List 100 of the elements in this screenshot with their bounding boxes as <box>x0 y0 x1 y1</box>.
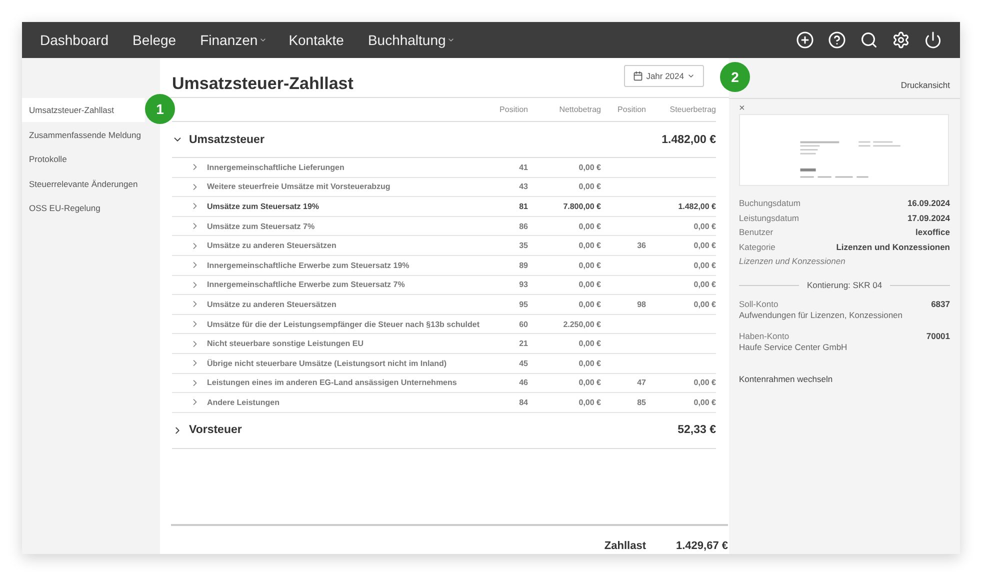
sidebar-item[interactable]: Umsatzsteuer-Zahllast <box>22 98 145 122</box>
power-icon[interactable] <box>924 31 942 49</box>
table-row[interactable]: Innergemeinschaftliche Lieferungen 41 0,00 € <box>172 158 716 178</box>
sidebar-item[interactable]: Steuerrelevante Änderungen <box>22 172 145 196</box>
table-cell: 0,00 € <box>578 300 601 309</box>
table-row[interactable]: Umsätze zum Steuersatz 7% 86 0,00 € 0,00 € <box>172 216 716 236</box>
sidebar-item[interactable]: Zusammenfassende Meldung <box>22 122 145 146</box>
total-label: Zahllast <box>604 540 646 552</box>
period-button[interactable]: Jahr 2024 <box>624 64 704 86</box>
field-value: 17.09.2024 <box>907 212 950 223</box>
table-cell: 0,00 € <box>694 378 716 388</box>
search-icon[interactable] <box>860 31 878 49</box>
table-cell: 0,00 € <box>578 222 601 231</box>
table-cell: 41 <box>519 162 528 172</box>
table-cell: 0,00 € <box>578 162 601 172</box>
table-cell: 0,00 € <box>694 241 716 250</box>
row-label: Umsätze zu anderen Steuersätzen <box>207 300 338 309</box>
account-label: Haben-Konto <box>739 331 790 341</box>
help-icon[interactable] <box>828 31 846 49</box>
field-label: Kategorie <box>739 242 776 252</box>
row-label: Nicht steuerbare sonstige Leistungen EU <box>207 339 364 348</box>
row-label: Umsätze zum Steuersatz 7% <box>207 222 316 231</box>
account-number: 70001 <box>926 331 950 341</box>
column-header: Steuerbetrag <box>668 105 716 114</box>
table-cell: 0,00 € <box>694 260 716 270</box>
nav-link[interactable]: Kontakte <box>288 32 344 48</box>
section-total: 52,33 € <box>678 424 716 436</box>
nav-link[interactable]: Dashboard <box>40 32 108 48</box>
table-cell: 0,00 € <box>578 182 601 192</box>
field-value: Lizenzen und Konzessionen <box>836 242 950 252</box>
field-label: Benutzer <box>739 227 774 238</box>
table-cell: 45 <box>519 358 528 368</box>
sidebar-item[interactable]: OSS EU-Regelung <box>22 196 145 220</box>
table-cell: 60 <box>519 320 528 329</box>
change-chart-link[interactable]: Kontenrahmen wechseln <box>739 374 950 384</box>
table-row[interactable]: Leistungen eines im anderen EG-Land ansässigen Unternehmens 46 0,00 € 47 0,00 € <box>172 374 716 394</box>
table-cell: 93 <box>519 280 528 290</box>
close-button[interactable]: × <box>739 103 745 114</box>
add-icon[interactable] <box>796 31 814 49</box>
table-cell: 95 <box>519 300 528 309</box>
table-cell: 98 <box>637 300 646 309</box>
field-value: lexoffice <box>916 227 950 238</box>
row-label: Umsätze zum Steuersatz 19% <box>207 202 320 211</box>
section-header[interactable]: Umsatzsteuer 1.482,00 € <box>172 122 716 158</box>
settings-icon[interactable] <box>892 31 910 49</box>
section-total: 1.482,00 € <box>662 134 716 146</box>
row-label: Übrige nicht steuerbare Umsätze (Leistungsort nicht im Inland) <box>207 358 448 368</box>
account-number: 6837 <box>931 299 950 309</box>
print-link[interactable]: Druckansicht <box>900 58 950 98</box>
table-row[interactable]: Innergemeinschaftliche Erwerbe zum Steuersatz 19% 89 0,00 € 0,00 € <box>172 256 716 276</box>
total-value: 1.429,67 € <box>676 540 728 552</box>
table-cell: 0,00 € <box>694 398 716 407</box>
table-cell: 0,00 € <box>694 222 716 231</box>
table-row[interactable]: Weitere steuerfreie Umsätze mit Vorsteuerabzug 43 0,00 € <box>172 178 716 198</box>
sidebar-item[interactable]: Protokolle <box>22 147 145 171</box>
field-label: Buchungsdatum <box>739 198 800 208</box>
page-title: Umsatzsteuer-Zahllast <box>172 74 354 94</box>
table-cell: 2.250,00 € <box>563 320 601 329</box>
field-label: Leistungsdatum <box>739 212 800 223</box>
table-cell: 84 <box>519 398 528 407</box>
section-divider-label: Kontierung: SKR 04 <box>806 280 882 290</box>
nav-link[interactable]: Buchhaltung <box>368 32 455 48</box>
account-name: Aufwendungen für Lizenzen, Konzessionen <box>739 310 904 320</box>
step-badge: 2 <box>720 62 750 92</box>
section-title: Vorsteuer <box>189 424 242 436</box>
table-cell: 35 <box>519 241 528 250</box>
column-header: Position <box>498 105 528 114</box>
nav-link[interactable]: Belege <box>132 32 176 48</box>
table-row[interactable]: Andere Leistungen 84 0,00 € 85 0,00 € <box>172 393 716 413</box>
table-cell: 0,00 € <box>578 260 601 270</box>
table-cell: 0,00 € <box>578 398 601 407</box>
table-cell: 47 <box>637 378 646 388</box>
row-label: Andere Leistungen <box>207 398 280 407</box>
table-cell: 85 <box>637 398 646 407</box>
table-cell: 81 <box>519 202 528 211</box>
nav-link[interactable]: Finanzen <box>200 32 267 48</box>
column-header: Position <box>616 105 646 114</box>
table-row[interactable]: Umsätze für die der Leistungsempfänger die Steuer nach §13b schuldet 60 2.250,00 € <box>172 314 716 334</box>
table-row[interactable]: Innergemeinschaftliche Erwerbe zum Steuersatz 7% 93 0,00 € 0,00 € <box>172 276 716 296</box>
table-row[interactable]: Übrige nicht steuerbare Umsätze (Leistungsort nicht im Inland) 45 0,00 € <box>172 354 716 374</box>
table-cell: 7.800,00 € <box>563 202 601 211</box>
table-row[interactable]: Umsätze zu anderen Steuersätzen 35 0,00 € 36 0,00 € <box>172 236 716 256</box>
table-cell: 86 <box>519 222 528 231</box>
row-label: Weitere steuerfreie Umsätze mit Vorsteuerabzug <box>207 182 392 192</box>
field-value: 16.09.2024 <box>907 198 950 208</box>
table-row[interactable]: Umsätze zu anderen Steuersätzen 95 0,00 € 98 0,00 € <box>172 295 716 315</box>
table-cell: 0,00 € <box>578 378 601 388</box>
table-cell: 43 <box>519 182 528 192</box>
calendar-icon <box>633 70 644 80</box>
table-cell: 46 <box>519 378 528 388</box>
table-cell: 36 <box>637 241 646 250</box>
table-row[interactable]: Umsätze zum Steuersatz 19% 81 7.800,00 € 1.482,00 € <box>172 197 716 217</box>
row-label: Innergemeinschaftliche Erwerbe zum Steuersatz 19% <box>207 260 410 270</box>
section-header[interactable]: Vorsteuer 52,33 € <box>172 412 716 449</box>
table-row[interactable]: Nicht steuerbare sonstige Leistungen EU 21 0,00 € <box>172 334 716 354</box>
category-note: Lizenzen und Konzessionen <box>739 256 846 266</box>
row-label: Umsätze für die der Leistungsempfänger die Steuer nach §13b schuldet <box>207 320 481 329</box>
section-title: Umsatzsteuer <box>189 134 264 146</box>
row-label: Innergemeinschaftliche Erwerbe zum Steuersatz 7% <box>207 280 406 290</box>
row-label: Innergemeinschaftliche Lieferungen <box>207 162 346 172</box>
